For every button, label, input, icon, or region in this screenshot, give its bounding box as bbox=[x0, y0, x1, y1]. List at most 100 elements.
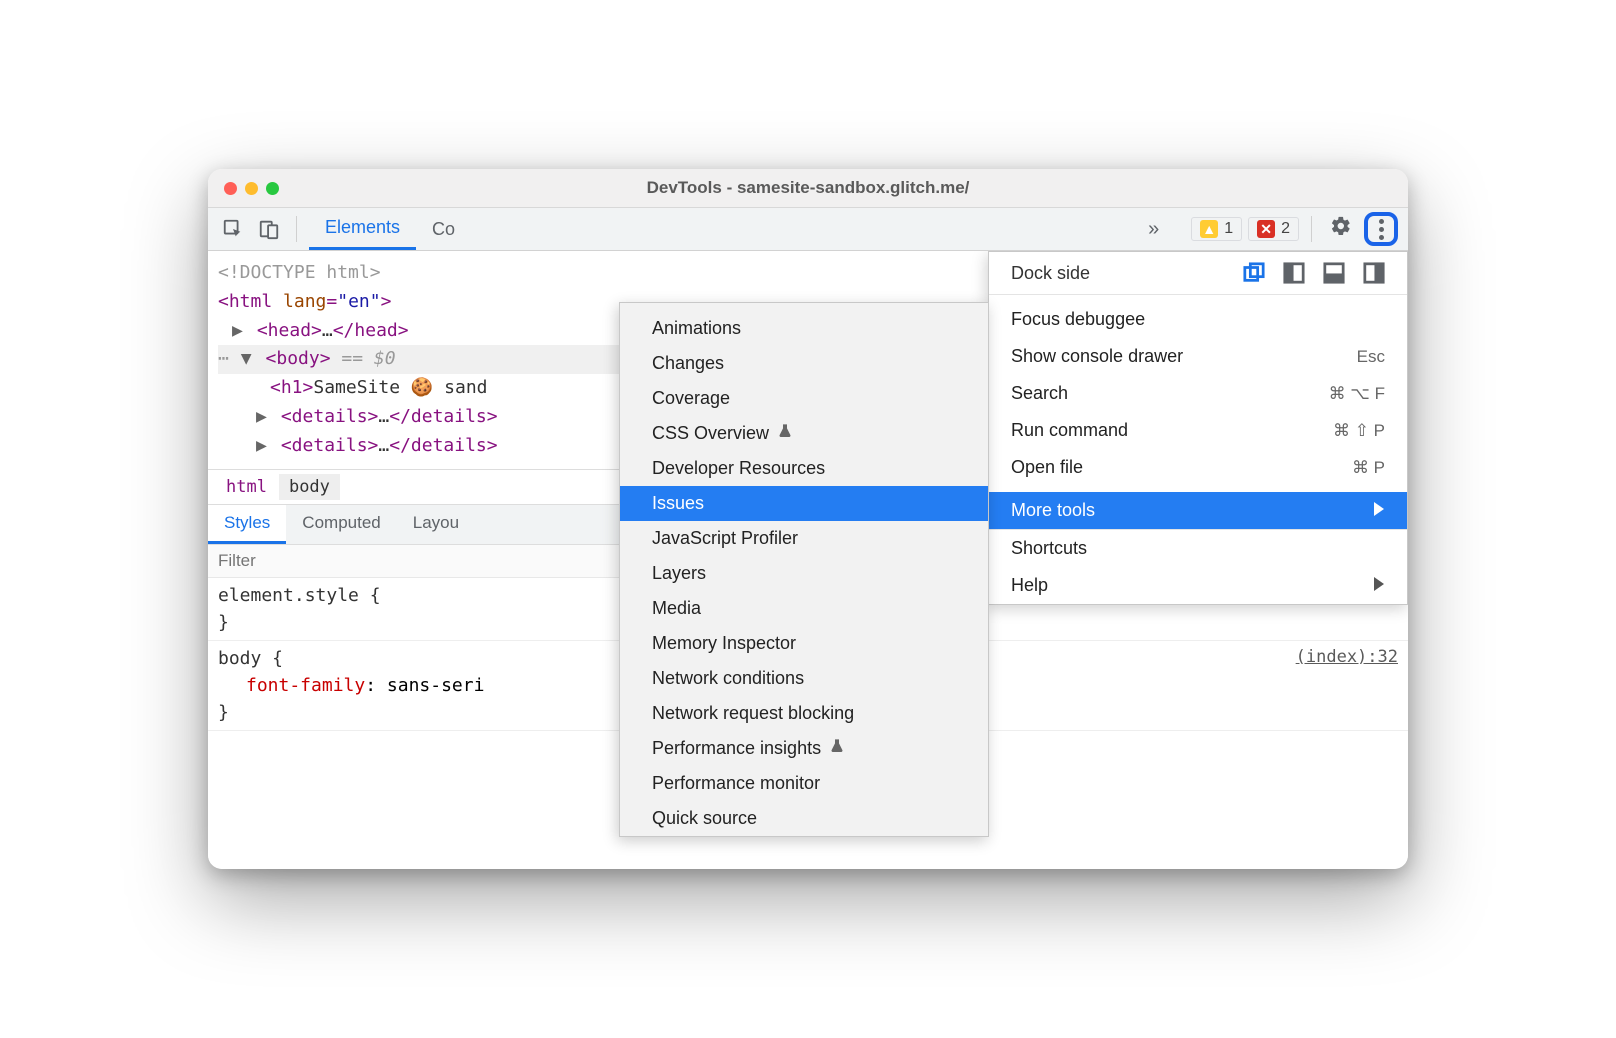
submenu-item[interactable]: Animations bbox=[620, 311, 988, 346]
submenu-item-label: Network request blocking bbox=[652, 703, 854, 724]
submenu-item-label: Performance monitor bbox=[652, 773, 820, 794]
dock-undock-icon[interactable] bbox=[1243, 262, 1265, 284]
expand-arrow-icon[interactable]: ▶ bbox=[256, 432, 270, 461]
submenu-item[interactable]: Coverage bbox=[620, 381, 988, 416]
menu-item[interactable]: Open file ⌘ P bbox=[989, 449, 1407, 486]
breadcrumb-html[interactable]: html bbox=[216, 474, 277, 500]
dock-right-icon[interactable] bbox=[1363, 262, 1385, 284]
more-options-button[interactable] bbox=[1364, 212, 1398, 246]
submenu-item[interactable]: Media bbox=[620, 591, 988, 626]
tab-styles[interactable]: Styles bbox=[208, 505, 286, 544]
toolbar-divider bbox=[296, 216, 297, 242]
submenu-item-label: Quick source bbox=[652, 808, 757, 829]
menu-item[interactable]: Search ⌘ ⌥ F bbox=[989, 375, 1407, 412]
submenu-item-label: CSS Overview bbox=[652, 423, 769, 444]
submenu-item[interactable]: Layers bbox=[620, 556, 988, 591]
more-tools-submenu: Animations Changes Coverage CSS Overview Dev… bbox=[619, 302, 989, 837]
panel-tabs: Elements Co bbox=[309, 208, 471, 250]
html-tag-open: <html bbox=[218, 291, 283, 312]
submenu-item-label: Memory Inspector bbox=[652, 633, 796, 654]
device-toolbar-button[interactable] bbox=[254, 214, 284, 244]
dock-left-icon[interactable] bbox=[1283, 262, 1305, 284]
dock-side-row: Dock side bbox=[989, 252, 1407, 294]
doctype: <!DOCTYPE html> bbox=[218, 262, 381, 283]
menu-item-label: Help bbox=[1011, 575, 1048, 596]
expand-arrow-icon[interactable]: ▶ bbox=[256, 403, 270, 432]
submenu-item[interactable]: Memory Inspector bbox=[620, 626, 988, 661]
menu-item-shortcut: ⌘ P bbox=[1352, 458, 1385, 478]
main-toolbar: Elements Co » ▲ 1 ✕ 2 bbox=[208, 207, 1408, 251]
submenu-item-label: Network conditions bbox=[652, 668, 804, 689]
devtools-window: DevTools - samesite-sandbox.glitch.me/ E… bbox=[208, 169, 1408, 869]
submenu-item-label: Coverage bbox=[652, 388, 730, 409]
submenu-item-label: Developer Resources bbox=[652, 458, 825, 479]
menu-item-label: More tools bbox=[1011, 500, 1095, 521]
main-menu: Dock side Focus debuggee Show console dra… bbox=[988, 251, 1408, 605]
submenu-item[interactable]: JavaScript Profiler bbox=[620, 521, 988, 556]
toolbar-divider bbox=[1311, 216, 1312, 242]
menu-item-label: Focus debuggee bbox=[1011, 309, 1145, 330]
flask-icon bbox=[829, 738, 845, 759]
errors-badge[interactable]: ✕ 2 bbox=[1248, 217, 1299, 241]
submenu-item[interactable]: Developer Resources bbox=[620, 451, 988, 486]
error-icon: ✕ bbox=[1257, 220, 1275, 238]
submenu-item[interactable]: CSS Overview bbox=[620, 416, 988, 451]
menu-item-label: Search bbox=[1011, 383, 1068, 404]
menu-item-label: Shortcuts bbox=[1011, 538, 1087, 559]
menu-more-tools[interactable]: More tools bbox=[989, 492, 1407, 529]
menu-item-shortcut: ⌘ ⇧ P bbox=[1333, 421, 1385, 441]
submenu-item-label: Performance insights bbox=[652, 738, 821, 759]
window-title: DevTools - samesite-sandbox.glitch.me/ bbox=[208, 178, 1408, 198]
breadcrumb-body[interactable]: body bbox=[279, 474, 340, 500]
kebab-icon bbox=[1379, 219, 1384, 240]
submenu-item-label: Layers bbox=[652, 563, 706, 584]
titlebar: DevTools - samesite-sandbox.glitch.me/ bbox=[208, 169, 1408, 207]
menu-item[interactable]: Focus debuggee bbox=[989, 301, 1407, 338]
dock-bottom-icon[interactable] bbox=[1323, 262, 1345, 284]
submenu-arrow-icon bbox=[1373, 500, 1385, 521]
submenu-item[interactable]: Changes bbox=[620, 346, 988, 381]
styles-filter-input[interactable] bbox=[218, 551, 418, 571]
menu-item-label: Open file bbox=[1011, 457, 1083, 478]
traffic-lights bbox=[224, 182, 279, 195]
submenu-arrow-icon bbox=[1373, 575, 1385, 596]
submenu-item[interactable]: Network request blocking bbox=[620, 696, 988, 731]
warning-icon: ▲ bbox=[1200, 220, 1218, 238]
submenu-item-label: Issues bbox=[652, 493, 704, 514]
dock-side-label: Dock side bbox=[1011, 263, 1090, 284]
tab-layout-truncated[interactable]: Layou bbox=[397, 505, 475, 544]
panel-body: <!DOCTYPE html> <html lang="en"> ▶ <head… bbox=[208, 251, 1408, 869]
tab-console-truncated[interactable]: Co bbox=[416, 208, 471, 250]
submenu-item[interactable]: Quick source bbox=[620, 801, 988, 836]
submenu-item-label: JavaScript Profiler bbox=[652, 528, 798, 549]
warnings-badge[interactable]: ▲ 1 bbox=[1191, 217, 1242, 241]
submenu-item-label: Animations bbox=[652, 318, 741, 339]
submenu-item[interactable]: Performance insights bbox=[620, 731, 988, 766]
close-window-button[interactable] bbox=[224, 182, 237, 195]
menu-item[interactable]: Show console drawer Esc bbox=[989, 338, 1407, 375]
rule-source-link[interactable]: (index):32 bbox=[1296, 645, 1398, 671]
menu-shortcuts[interactable]: Shortcuts bbox=[989, 530, 1407, 567]
tab-computed[interactable]: Computed bbox=[286, 505, 396, 544]
submenu-item[interactable]: Issues bbox=[620, 486, 988, 521]
tab-elements[interactable]: Elements bbox=[309, 208, 416, 250]
collapse-arrow-icon[interactable]: ▼ bbox=[241, 345, 255, 374]
submenu-item[interactable]: Network conditions bbox=[620, 661, 988, 696]
body-tag[interactable]: <body> bbox=[266, 348, 331, 369]
menu-help[interactable]: Help bbox=[989, 567, 1407, 604]
minimize-window-button[interactable] bbox=[245, 182, 258, 195]
settings-button[interactable] bbox=[1324, 215, 1358, 243]
tabs-overflow-button[interactable]: » bbox=[1138, 218, 1169, 241]
menu-item[interactable]: Run command ⌘ ⇧ P bbox=[989, 412, 1407, 449]
errors-count: 2 bbox=[1281, 220, 1290, 238]
submenu-item[interactable]: Performance monitor bbox=[620, 766, 988, 801]
expand-arrow-icon[interactable]: ▶ bbox=[232, 317, 246, 346]
inspect-element-button[interactable] bbox=[218, 214, 248, 244]
submenu-item-label: Media bbox=[652, 598, 701, 619]
menu-item-label: Show console drawer bbox=[1011, 346, 1183, 367]
maximize-window-button[interactable] bbox=[266, 182, 279, 195]
menu-item-shortcut: Esc bbox=[1357, 347, 1385, 367]
menu-item-shortcut: ⌘ ⌥ F bbox=[1329, 384, 1385, 404]
menu-item-label: Run command bbox=[1011, 420, 1128, 441]
flask-icon bbox=[777, 423, 793, 444]
